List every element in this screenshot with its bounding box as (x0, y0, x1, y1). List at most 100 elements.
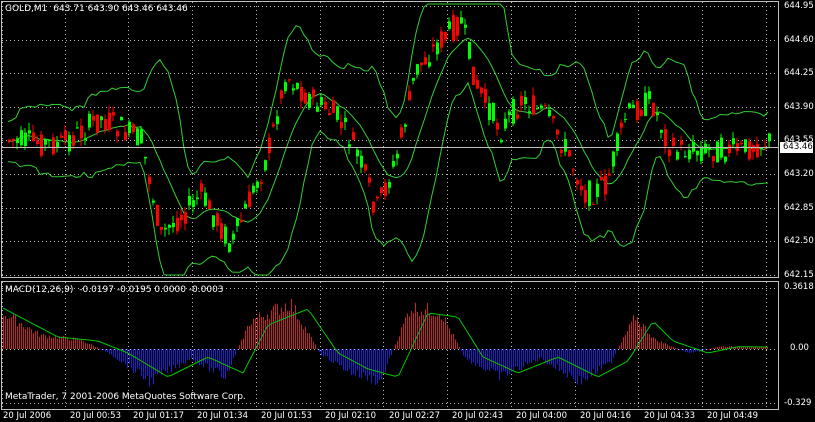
candle-body (632, 104, 635, 109)
candle-body (124, 132, 127, 140)
macd-bar (541, 349, 542, 358)
macd-bar (619, 346, 620, 349)
candle-body (472, 66, 475, 85)
macd-bar (317, 348, 318, 350)
candle-body (388, 181, 391, 188)
candle-body (128, 121, 131, 134)
macd-bar (637, 317, 638, 349)
macd-bar (81, 339, 82, 349)
macd-bar (521, 349, 522, 370)
price-chart[interactable] (0, 0, 815, 422)
candle-body (220, 223, 223, 239)
macd-bar (17, 326, 18, 349)
macd-bar (373, 349, 374, 376)
macd-bar (533, 349, 534, 361)
macd-bar (35, 331, 36, 349)
macd-bar (633, 315, 634, 349)
macd-bar (183, 349, 184, 364)
macd-bar (705, 349, 706, 350)
time-tick-label: 20 Jul 00:53 (70, 411, 121, 421)
candle-body (428, 62, 431, 67)
candle-body (360, 155, 363, 168)
macd-bar (557, 349, 558, 365)
time-tick-label: 20 Jul 02:27 (389, 411, 440, 421)
macd-bar (667, 344, 668, 349)
macd-bar (531, 349, 532, 363)
macd-bar (611, 349, 612, 364)
macd-bar (465, 349, 466, 358)
macd-bar (61, 337, 62, 349)
candle-body (92, 115, 95, 121)
macd-bar (723, 346, 724, 349)
macd-bar (275, 303, 276, 349)
current-price-box: 643.46 (780, 142, 813, 153)
macd-bar (295, 304, 296, 349)
macd-bar (683, 349, 684, 351)
candle-body (96, 114, 99, 133)
candle-body (24, 132, 27, 147)
macd-bar (477, 349, 478, 364)
macd-bar (171, 349, 172, 373)
copyright-text: MetaTrader, 7 2001-2006 MetaQuotes Softw… (5, 392, 246, 402)
macd-bar (177, 349, 178, 364)
macd-bar (441, 319, 442, 349)
candle-body (40, 134, 43, 156)
macd-bar (59, 336, 60, 349)
macd-bar (267, 314, 268, 349)
macd-bar (687, 349, 688, 353)
macd-bar (393, 349, 394, 350)
candle-body (756, 144, 759, 158)
macd-bar (411, 311, 412, 349)
candle-body (740, 143, 743, 145)
candle-body (180, 214, 183, 221)
candle-body (436, 42, 439, 55)
candle-body (768, 133, 771, 142)
candle-body (392, 161, 395, 167)
candle-body (248, 191, 251, 208)
candle-body (212, 215, 215, 227)
candle-body (340, 121, 343, 129)
candle-body (480, 87, 483, 94)
time-tick-label: 20 Jul 04:33 (644, 411, 695, 421)
macd-bar (609, 349, 610, 363)
macd-bar (307, 333, 308, 349)
macd-bar (273, 306, 274, 349)
macd-bar (647, 333, 648, 349)
macd-bar (131, 349, 132, 368)
candle-body (532, 95, 535, 115)
macd-bar (657, 340, 658, 349)
macd-bar (161, 349, 162, 376)
macd-bar (509, 349, 510, 375)
candle-body (724, 156, 727, 162)
candle-body (460, 17, 463, 24)
candle-body (372, 201, 375, 213)
macd-bar (717, 346, 718, 349)
macd-bar (369, 349, 370, 376)
macd-bar (219, 349, 220, 371)
macd-bar (597, 349, 598, 373)
macd-bar (681, 349, 682, 350)
candle-body (116, 130, 119, 137)
macd-bar (391, 349, 392, 356)
macd-bar (345, 349, 346, 371)
candle-body (60, 135, 63, 138)
candle-body (420, 62, 423, 66)
macd-bar (207, 349, 208, 364)
macd-bar (621, 342, 622, 349)
macd-bar (77, 338, 78, 349)
candle-body (520, 95, 523, 106)
macd-bar (407, 313, 408, 349)
candle-body (624, 118, 627, 120)
macd-bar (449, 328, 450, 349)
macd-bar (227, 349, 228, 371)
macd-bar (645, 325, 646, 349)
candle-body (324, 101, 327, 109)
macd-title: MACD(12,26,9) -0.0197 -0.0195 0.0000 -0.… (5, 285, 224, 295)
candle-body (320, 97, 323, 106)
candle-body (272, 124, 275, 127)
price-tick-label: 642.85 (784, 202, 814, 213)
candle-body (316, 106, 319, 112)
candle-body (548, 109, 551, 117)
candle-body (580, 185, 583, 191)
macd-bar (711, 348, 712, 350)
